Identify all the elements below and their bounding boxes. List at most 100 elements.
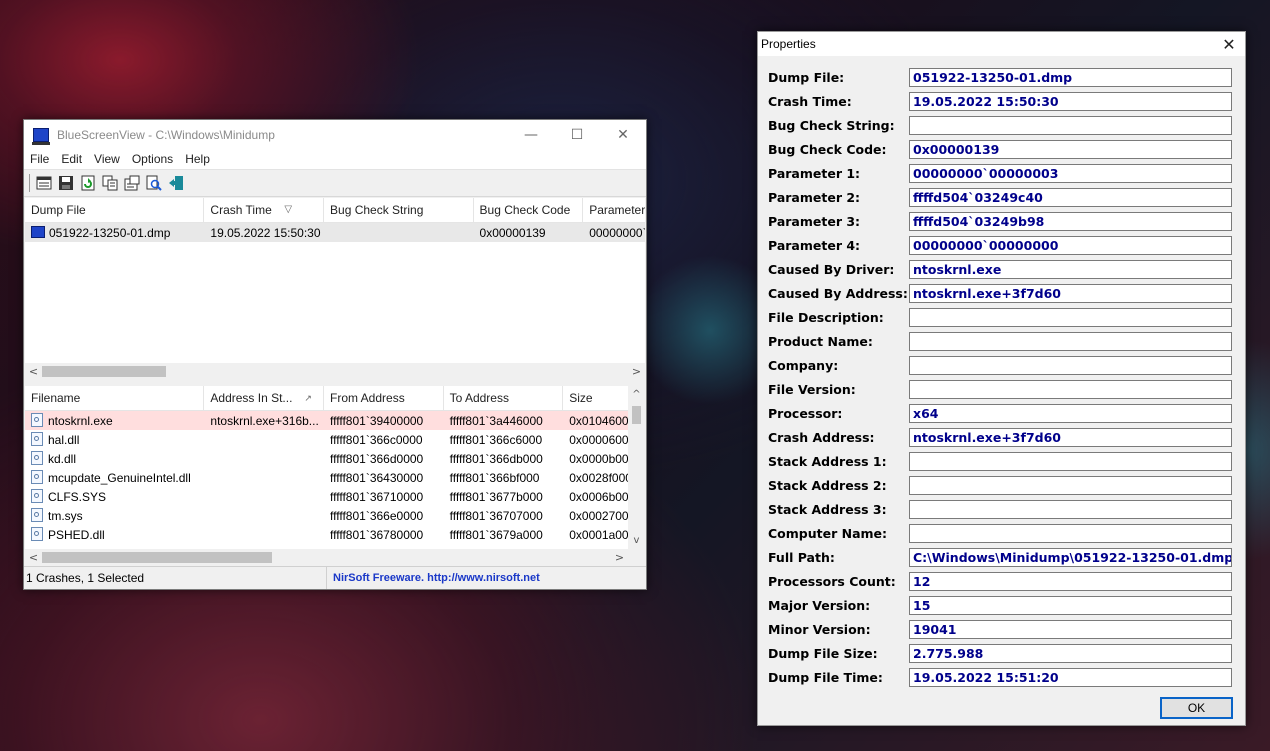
window-title: BlueScreenView - C:\Windows\Minidump (57, 127, 275, 142)
column-header-filename[interactable]: Filename (25, 386, 205, 410)
property-value-field[interactable] (909, 452, 1232, 471)
column-header-bug-check-string[interactable]: Bug Check String (324, 198, 474, 222)
property-row: Company: (758, 356, 1245, 376)
scroll-thumb[interactable] (42, 366, 166, 377)
property-value-field[interactable]: 0x00000139 (909, 140, 1232, 159)
property-value-field[interactable]: 2.775.988 (909, 644, 1232, 663)
html-report-icon[interactable] (35, 174, 53, 192)
property-value-field[interactable]: 19.05.2022 15:51:20 (909, 668, 1232, 687)
menu-options[interactable]: Options (126, 152, 179, 166)
module-row-from: fffff801`366c0000 (330, 432, 423, 447)
maximize-button[interactable]: ☐ (554, 120, 600, 149)
menu-bar: File Edit View Options Help (24, 149, 646, 170)
module-row-filename: PSHED.dll (48, 528, 105, 542)
properties-title-bar[interactable]: Properties ✕ (758, 32, 1245, 56)
property-row: Stack Address 2: (758, 476, 1245, 496)
bluescreenview-window: BlueScreenView - C:\Windows\Minidump — ☐… (23, 119, 647, 590)
nirsoft-link[interactable]: NirSoft Freeware. http://www.nirsoft.net (327, 572, 540, 584)
property-label: Stack Address 3: (768, 502, 887, 517)
property-value-field[interactable]: C:\Windows\Minidump\051922-13250-01.dmp (909, 548, 1232, 567)
property-value-field[interactable] (909, 524, 1232, 543)
refresh-icon[interactable] (79, 174, 97, 192)
column-header-dump-file[interactable]: Dump File (25, 198, 205, 222)
crash-list[interactable]: Dump File Crash Time ▽ Bug Check String B… (25, 198, 645, 380)
module-row[interactable]: mcupdate_GenuineIntel.dll fffff801`364300… (25, 468, 628, 487)
property-value-field[interactable]: ntoskrnl.exe+3f7d60 (909, 284, 1232, 303)
menu-edit[interactable]: Edit (55, 152, 88, 166)
property-value-field[interactable] (909, 380, 1232, 399)
module-list-hscrollbar[interactable]: < > (25, 549, 645, 566)
crash-row[interactable]: 051922-13250-01.dmp 19.05.2022 15:50:30 … (25, 223, 645, 242)
scroll-left-icon[interactable]: < (25, 363, 42, 380)
properties-title: Properties (761, 37, 816, 51)
module-file-icon (31, 489, 43, 503)
module-row[interactable]: PSHED.dll fffff801`36780000 fffff801`3679a… (25, 525, 628, 544)
exit-icon[interactable] (167, 174, 185, 192)
property-value-field[interactable] (909, 476, 1232, 495)
scroll-thumb[interactable] (42, 552, 272, 563)
crash-row-parameter: 00000000`0 (589, 225, 645, 240)
module-row-address-in-stack: ntoskrnl.exe+316b... (210, 413, 319, 428)
column-header-address-in-stack[interactable]: Address In St... ↗ (204, 386, 324, 410)
property-label: File Description: (768, 310, 884, 325)
property-value-field[interactable]: ntoskrnl.exe+3f7d60 (909, 428, 1232, 447)
property-value-field[interactable] (909, 356, 1232, 375)
properties-icon[interactable] (123, 174, 141, 192)
module-row[interactable]: tm.sys fffff801`366e0000 fffff801`36707000… (25, 506, 628, 525)
crash-list-hscrollbar[interactable]: < > (25, 363, 645, 380)
module-row[interactable]: ntoskrnl.exe ntoskrnl.exe+316b... fffff801… (25, 411, 628, 430)
module-row-to: fffff801`36707000 (449, 508, 543, 523)
property-value-field[interactable]: 051922-13250-01.dmp (909, 68, 1232, 87)
property-value-field[interactable]: ffffd504`03249c40 (909, 188, 1232, 207)
column-header-size[interactable]: Size (563, 386, 628, 410)
module-list-vscrollbar[interactable]: ^ v (628, 386, 645, 549)
menu-file[interactable]: File (24, 152, 55, 166)
property-value-field[interactable] (909, 332, 1232, 351)
module-row-size: 0x0000b000 (569, 451, 629, 466)
minimize-button[interactable]: — (508, 120, 554, 149)
property-value-field[interactable]: 15 (909, 596, 1232, 615)
property-value-field[interactable] (909, 116, 1232, 135)
module-row-filename-cell: CLFS.SYS (25, 489, 204, 504)
property-value-field[interactable]: 00000000`00000003 (909, 164, 1232, 183)
scroll-right-icon[interactable]: > (611, 549, 628, 566)
property-label: Full Path: (768, 550, 835, 565)
property-value-field[interactable] (909, 500, 1232, 519)
module-row-filename: mcupdate_GenuineIntel.dll (48, 471, 191, 485)
column-header-bug-check-code[interactable]: Bug Check Code (474, 198, 584, 222)
ok-button[interactable]: OK (1160, 697, 1233, 719)
column-header-from-address[interactable]: From Address (324, 386, 444, 410)
title-bar[interactable]: BlueScreenView - C:\Windows\Minidump — ☐… (24, 120, 646, 149)
module-list[interactable]: Filename Address In St... ↗ From Address … (25, 386, 645, 566)
property-value-field[interactable]: ntoskrnl.exe (909, 260, 1232, 279)
property-value-field[interactable]: 19.05.2022 15:50:30 (909, 92, 1232, 111)
property-value-field[interactable] (909, 308, 1232, 327)
menu-help[interactable]: Help (179, 152, 216, 166)
find-icon[interactable] (145, 174, 163, 192)
module-row-size: 0x0028f000 (569, 470, 629, 485)
scroll-left-icon[interactable]: < (25, 549, 42, 566)
column-header-to-address[interactable]: To Address (444, 386, 564, 410)
module-file-icon (31, 508, 43, 522)
column-header-parameter[interactable]: Parameter (583, 198, 645, 222)
module-row[interactable]: hal.dll fffff801`366c0000 fffff801`366c600… (25, 430, 628, 449)
property-label: Bug Check String: (768, 118, 895, 133)
property-row: Caused By Driver: ntoskrnl.exe (758, 260, 1245, 280)
save-icon[interactable] (57, 174, 75, 192)
close-icon[interactable]: ✕ (1219, 34, 1239, 54)
scroll-down-icon[interactable]: v (628, 532, 645, 549)
property-value-field[interactable]: 12 (909, 572, 1232, 591)
module-row[interactable]: CLFS.SYS fffff801`36710000 fffff801`3677b0… (25, 487, 628, 506)
property-value-field[interactable]: ffffd504`03249b98 (909, 212, 1232, 231)
copy-icon[interactable] (101, 174, 119, 192)
close-button[interactable]: ✕ (600, 120, 646, 149)
scroll-right-icon[interactable]: > (628, 363, 645, 380)
property-value-field[interactable]: 00000000`00000000 (909, 236, 1232, 255)
property-value-field[interactable]: x64 (909, 404, 1232, 423)
property-value-field[interactable]: 19041 (909, 620, 1232, 639)
module-row[interactable]: kd.dll fffff801`366d0000 fffff801`366db000… (25, 449, 628, 468)
column-header-crash-time[interactable]: Crash Time ▽ (204, 198, 325, 222)
scroll-up-icon[interactable]: ^ (628, 386, 645, 403)
scroll-thumb[interactable] (632, 406, 641, 424)
menu-view[interactable]: View (88, 152, 126, 166)
